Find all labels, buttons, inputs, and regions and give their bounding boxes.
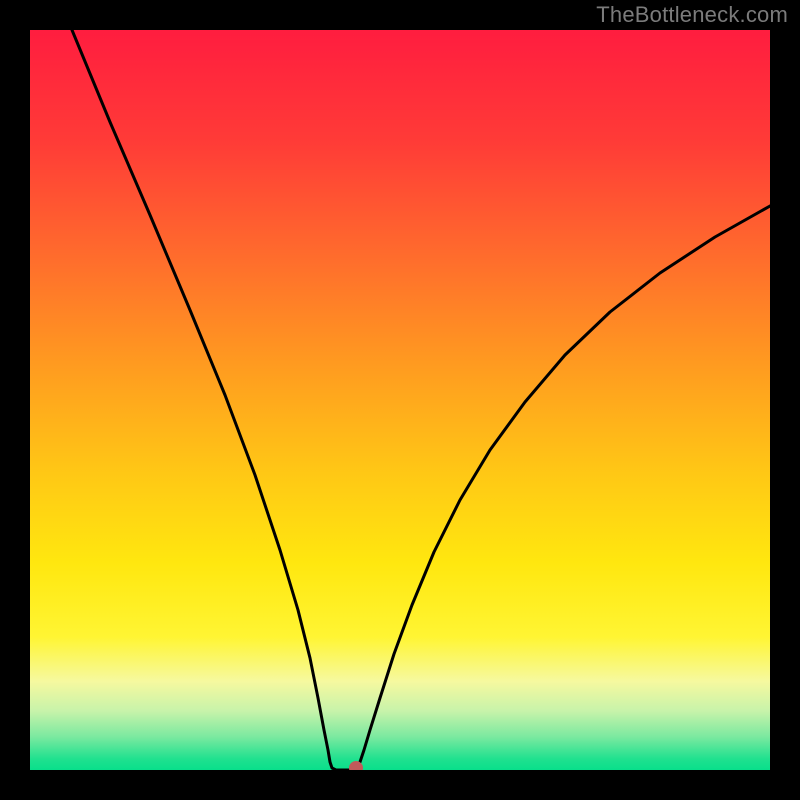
bottleneck-curve (30, 30, 770, 770)
optimal-point-marker (349, 761, 363, 770)
watermark-text: TheBottleneck.com (596, 2, 788, 28)
chart-frame: TheBottleneck.com (0, 0, 800, 800)
plot-area (30, 30, 770, 770)
